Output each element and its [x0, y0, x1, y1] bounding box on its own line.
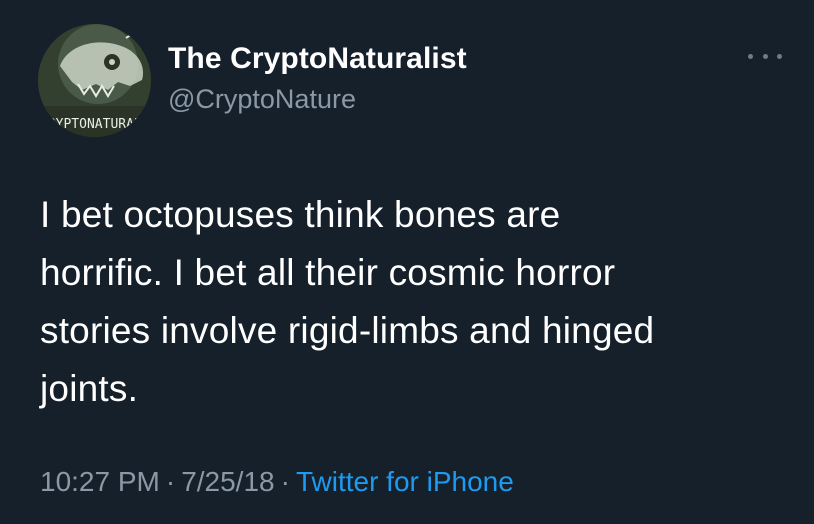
tweet-text-line: joints. [40, 368, 139, 409]
skull-avatar-icon: CRYPTONATURALIST [38, 24, 151, 137]
tweet-text: I bet octopuses think bones are horrific… [40, 186, 800, 418]
tweet-date[interactable]: 7/25/18 [181, 466, 274, 497]
more-options-icon[interactable] [748, 46, 782, 66]
tweet-source-link[interactable]: Twitter for iPhone [296, 466, 514, 497]
more-dot [748, 53, 753, 59]
tweet-time[interactable]: 10:27 PM [40, 466, 160, 497]
avatar-text: CRYPTONATURALIST [40, 117, 151, 132]
tweet-meta: 10:27 PM · 7/25/18 · Twitter for iPhone [40, 466, 514, 498]
meta-separator: · [280, 466, 290, 497]
more-dot [762, 53, 768, 59]
avatar[interactable]: CRYPTONATURALIST [38, 24, 151, 137]
author-display-name[interactable]: The CryptoNaturalist [168, 42, 467, 76]
meta-separator: · [165, 466, 176, 497]
tweet-card: CRYPTONATURALIST The CryptoNaturalist @C… [0, 0, 814, 524]
tweet-text-line: stories involve rigid-limbs and hinged [40, 310, 655, 351]
tweet-text-line: I bet octopuses think bones are [40, 194, 561, 235]
tweet-text-line: horrific. I bet all their cosmic horror [40, 252, 616, 293]
author-handle[interactable]: @CryptoNature [168, 84, 356, 115]
more-dot [777, 53, 782, 59]
